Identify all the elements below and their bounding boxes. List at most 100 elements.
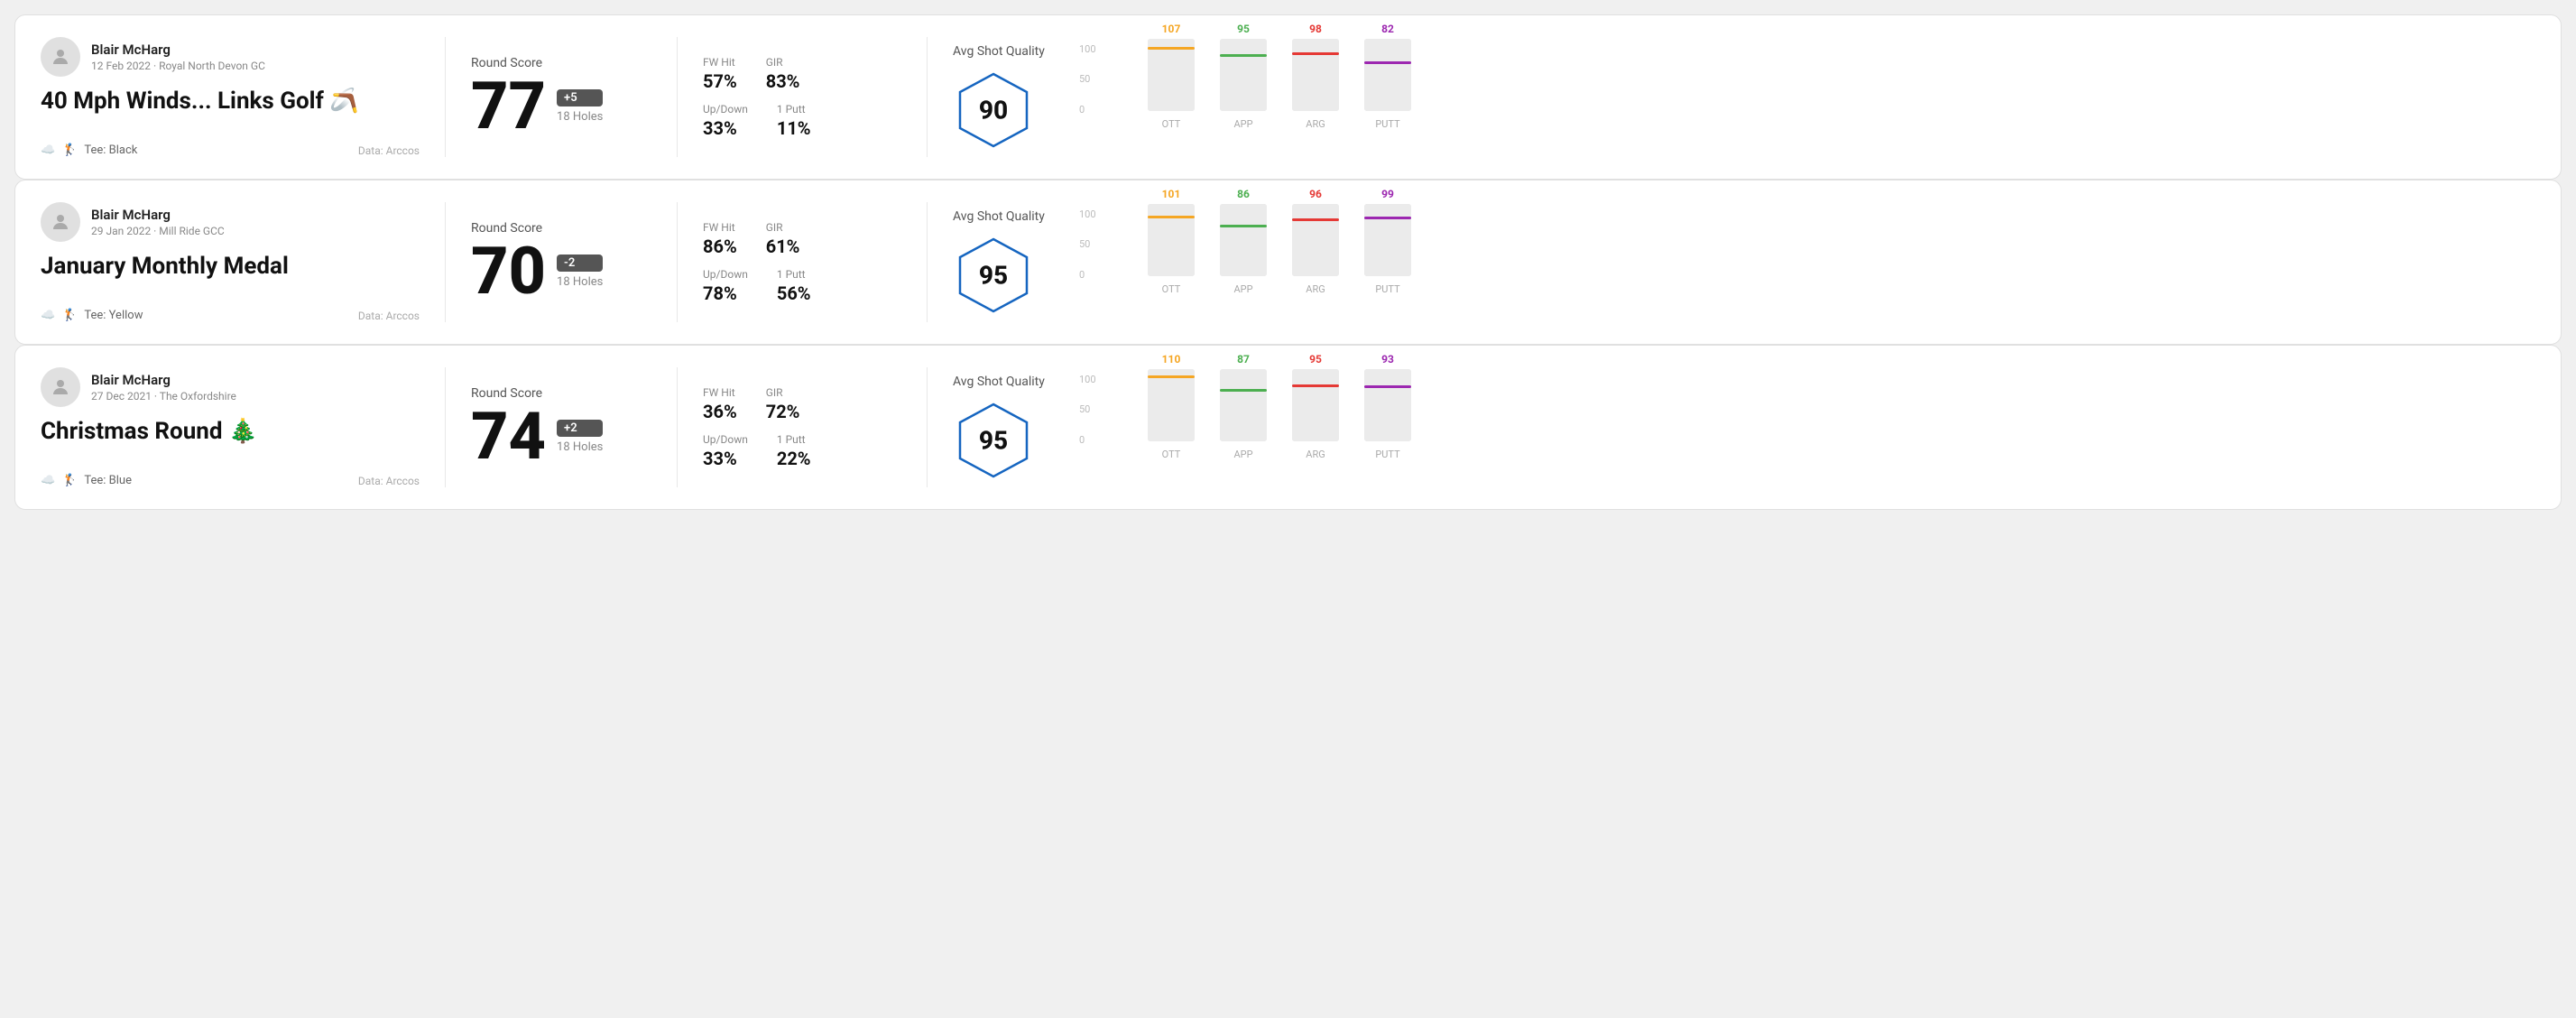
tee-footer: ☁️ 🏌️ Tee: Blue Data: Arccos (41, 474, 420, 487)
avatar (41, 202, 80, 242)
stat-gir: GIR 83% (766, 56, 800, 92)
divider-3 (927, 202, 928, 322)
bar-group-ott: 101 OTT (1148, 204, 1195, 295)
bar-group-putt: 82 PUTT (1364, 39, 1411, 130)
round-left-section: Blair McHarg 12 Feb 2022 · Royal North D… (41, 37, 420, 157)
divider-2 (677, 37, 678, 157)
score-row: 70 -2 18 Holes (471, 239, 651, 304)
score-badge-holes: -2 18 Holes (557, 255, 603, 289)
user-info: Blair McHarg 27 Dec 2021 · The Oxfordshi… (41, 367, 420, 407)
divider-1 (445, 37, 446, 157)
tee-info: ☁️ 🏌️ Tee: Black (41, 143, 137, 157)
stats-section: FW Hit 36% GIR 72% Up/Down 33% 1 Putt (703, 367, 901, 487)
hexagon-quality: 95 (953, 235, 1034, 316)
score-badge-holes: +5 18 Holes (557, 89, 603, 124)
score-row: 77 +5 18 Holes (471, 74, 651, 139)
bag-icon: 🏌️ (62, 143, 77, 157)
tee-label: Tee: Blue (84, 474, 132, 487)
stats-section: FW Hit 86% GIR 61% Up/Down 78% 1 Putt (703, 202, 901, 322)
stat-oneputt: 1 Putt 22% (777, 433, 811, 469)
round-card-3: Blair McHarg 27 Dec 2021 · The Oxfordshi… (14, 345, 2562, 510)
tee-footer: ☁️ 🏌️ Tee: Yellow Data: Arccos (41, 309, 420, 322)
user-date-venue: 27 Dec 2021 · The Oxfordshire (91, 390, 236, 403)
chart-section: 100500 107 OTT 95 APP 98 (1097, 37, 2535, 157)
stat-row-top: FW Hit 57% GIR 83% (703, 56, 901, 92)
quality-label: Avg Shot Quality (953, 375, 1045, 389)
score-section: Round Score 77 +5 18 Holes (471, 37, 651, 157)
tee-footer: ☁️ 🏌️ Tee: Black Data: Arccos (41, 143, 420, 157)
stat-row-top: FW Hit 86% GIR 61% (703, 221, 901, 257)
user-name: Blair McHarg (91, 372, 236, 388)
score-value: 77 (471, 74, 546, 139)
stat-updown: Up/Down 33% (703, 433, 748, 469)
user-info: Blair McHarg 12 Feb 2022 · Royal North D… (41, 37, 420, 77)
round-left-section: Blair McHarg 29 Jan 2022 · Mill Ride GCC… (41, 202, 420, 322)
data-source: Data: Arccos (358, 475, 420, 487)
user-date-venue: 29 Jan 2022 · Mill Ride GCC (91, 225, 225, 237)
chart-section: 100500 110 OTT 87 APP 95 (1097, 367, 2535, 487)
score-value: 74 (471, 404, 546, 469)
round-card-2: Blair McHarg 29 Jan 2022 · Mill Ride GCC… (14, 180, 2562, 345)
stat-oneputt: 1 Putt 56% (777, 268, 811, 304)
bar-group-arg: 95 ARG (1292, 369, 1339, 460)
chart-section: 100500 101 OTT 86 APP 96 (1097, 202, 2535, 322)
bar-group-arg: 98 ARG (1292, 39, 1339, 130)
data-source: Data: Arccos (358, 144, 420, 157)
stats-section: FW Hit 57% GIR 83% Up/Down 33% 1 Putt (703, 37, 901, 157)
bar-group-app: 86 APP (1220, 204, 1267, 295)
quality-section: Avg Shot Quality 95 (953, 202, 1097, 322)
score-badge: +2 (557, 420, 603, 437)
user-meta: Blair McHarg 27 Dec 2021 · The Oxfordshi… (91, 372, 236, 403)
quality-label: Avg Shot Quality (953, 44, 1045, 59)
avatar (41, 367, 80, 407)
user-name: Blair McHarg (91, 42, 265, 58)
cloud-icon: ☁️ (41, 143, 55, 157)
divider-1 (445, 202, 446, 322)
holes-label: 18 Holes (557, 275, 603, 289)
divider-3 (927, 37, 928, 157)
round-title: January Monthly Medal (41, 253, 420, 280)
bar-group-putt: 93 PUTT (1364, 369, 1411, 460)
hexagon-quality: 95 (953, 400, 1034, 481)
cloud-icon: ☁️ (41, 474, 55, 487)
user-date-venue: 12 Feb 2022 · Royal North Devon GC (91, 60, 265, 72)
bag-icon: 🏌️ (62, 474, 77, 487)
score-section: Round Score 70 -2 18 Holes (471, 202, 651, 322)
bar-group-putt: 99 PUTT (1364, 204, 1411, 295)
stat-oneputt: 1 Putt 11% (777, 103, 811, 139)
divider-3 (927, 367, 928, 487)
bar-group-app: 87 APP (1220, 369, 1267, 460)
stat-updown: Up/Down 78% (703, 268, 748, 304)
bar-group-ott: 110 OTT (1148, 369, 1195, 460)
tee-label: Tee: Yellow (84, 309, 143, 322)
hexagon-quality: 90 (953, 69, 1034, 151)
score-value: 70 (471, 239, 546, 304)
round-title: Christmas Round 🎄 (41, 418, 420, 445)
round-left-section: Blair McHarg 27 Dec 2021 · The Oxfordshi… (41, 367, 420, 487)
score-section: Round Score 74 +2 18 Holes (471, 367, 651, 487)
stat-row-bottom: Up/Down 33% 1 Putt 11% (703, 103, 901, 139)
holes-label: 18 Holes (557, 440, 603, 454)
bar-group-arg: 96 ARG (1292, 204, 1339, 295)
quality-label: Avg Shot Quality (953, 209, 1045, 224)
stat-gir: GIR 61% (766, 221, 800, 257)
quality-section: Avg Shot Quality 90 (953, 37, 1097, 157)
stat-updown: Up/Down 33% (703, 103, 748, 139)
divider-1 (445, 367, 446, 487)
avatar (41, 37, 80, 77)
stat-fw-hit: FW Hit 86% (703, 221, 737, 257)
score-badge-holes: +2 18 Holes (557, 420, 603, 454)
bar-group-ott: 107 OTT (1148, 39, 1195, 130)
user-info: Blair McHarg 29 Jan 2022 · Mill Ride GCC (41, 202, 420, 242)
bar-group-app: 95 APP (1220, 39, 1267, 130)
stat-fw-hit: FW Hit 36% (703, 386, 737, 422)
holes-label: 18 Holes (557, 110, 603, 124)
round-card-1: Blair McHarg 12 Feb 2022 · Royal North D… (14, 14, 2562, 180)
tee-info: ☁️ 🏌️ Tee: Yellow (41, 309, 143, 322)
divider-2 (677, 202, 678, 322)
divider-2 (677, 367, 678, 487)
cloud-icon: ☁️ (41, 309, 55, 322)
tee-label: Tee: Black (84, 143, 137, 157)
stat-fw-hit: FW Hit 57% (703, 56, 737, 92)
stat-gir: GIR 72% (766, 386, 800, 422)
